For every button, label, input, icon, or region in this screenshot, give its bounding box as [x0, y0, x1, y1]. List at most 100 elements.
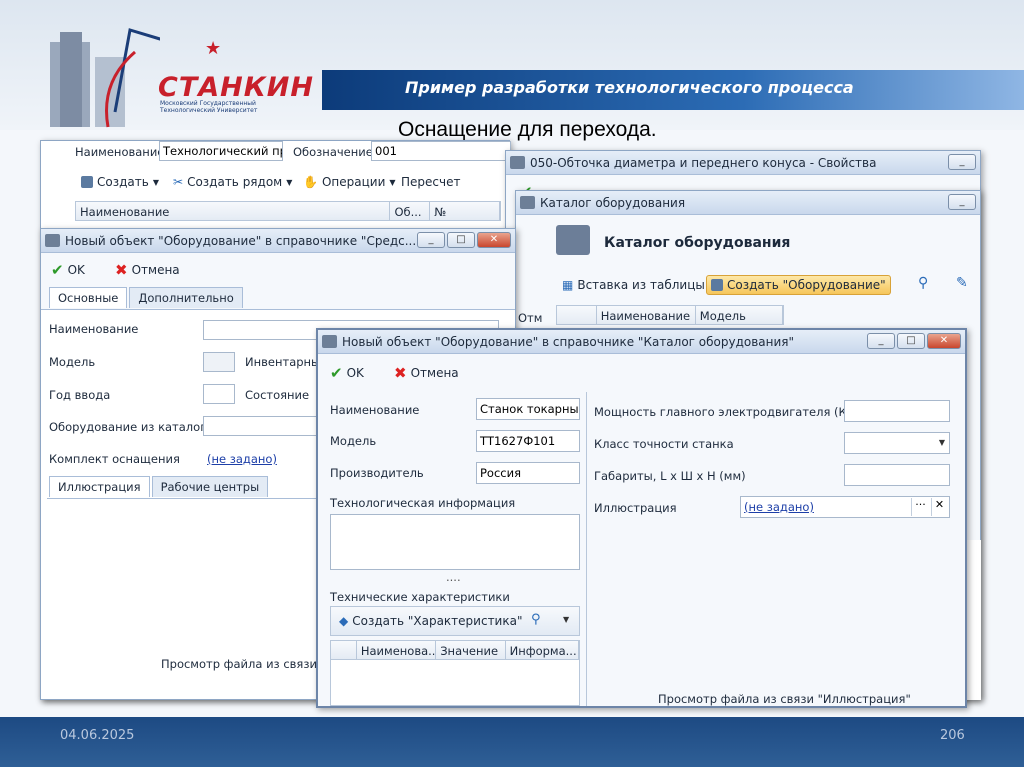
- front-equipment-dialog: Новый объект "Оборудование" в справочник…: [316, 328, 967, 708]
- power-input[interactable]: [844, 400, 950, 422]
- column-header[interactable]: №: [430, 202, 500, 220]
- check-icon: ✔: [51, 261, 64, 279]
- tab-work-centers[interactable]: Рабочие центры: [151, 476, 269, 497]
- illustration-link[interactable]: (не задано): [744, 500, 814, 514]
- designation-field[interactable]: 001: [371, 141, 511, 161]
- star-icon: ★: [205, 38, 222, 59]
- logo-subtitle: Московский Государственный Технологическ…: [160, 100, 258, 114]
- stankin-logo-building: [50, 28, 160, 128]
- kit-label: Комплект оснащения: [49, 452, 180, 466]
- gear-icon: [510, 156, 525, 169]
- find-icon[interactable]: ⚲: [531, 612, 541, 627]
- slide-date: 04.06.2025: [60, 728, 135, 743]
- name-label: Наименование: [75, 145, 165, 159]
- minimize-button[interactable]: _: [417, 232, 445, 248]
- splitter-dots[interactable]: ....: [446, 570, 461, 584]
- cancel-button[interactable]: ✖ Отмена: [394, 364, 459, 382]
- column-header[interactable]: Об...: [390, 202, 431, 220]
- column-header[interactable]: Информа...: [505, 641, 580, 659]
- slide-footer: [0, 717, 1024, 767]
- create-button[interactable]: Создать ▼: [81, 175, 159, 189]
- browse-button[interactable]: ···: [911, 498, 929, 516]
- create-characteristic-button[interactable]: ◆ Создать "Характеристика": [339, 614, 522, 628]
- column-header[interactable]: Наименование: [596, 306, 696, 324]
- equipment-icon: [45, 234, 60, 247]
- table-icon: ▦: [562, 278, 574, 292]
- column-header[interactable]: Модель: [695, 306, 783, 324]
- kit-link[interactable]: (не задано): [207, 452, 277, 466]
- maximize-button[interactable]: □: [447, 232, 475, 248]
- preview-text: Просмотр файла из связи "Иллюстрация": [658, 692, 911, 706]
- chevron-down-icon[interactable]: ▼: [563, 615, 569, 624]
- from-catalog-input[interactable]: [203, 416, 323, 436]
- left-bottom-tabs: Иллюстрация Рабочие центры: [49, 476, 269, 497]
- column-header[interactable]: Наименование: [76, 202, 391, 220]
- catalog-heading: Каталог оборудования: [604, 235, 791, 251]
- name-input[interactable]: Станок токарный: [476, 398, 580, 420]
- recalc-button[interactable]: Пересчет: [401, 175, 460, 189]
- front-dialog-title: Новый объект "Оборудование" в справочник…: [342, 334, 795, 349]
- accuracy-class-label: Класс точности станка: [594, 437, 734, 451]
- row-selector-header: [331, 641, 357, 659]
- tech-info-textarea[interactable]: [330, 514, 580, 570]
- from-catalog-label: Оборудование из каталога: [49, 420, 214, 434]
- close-button[interactable]: ✕: [927, 333, 961, 349]
- characteristics-table-header: Наименова... Значение Информа...: [330, 640, 580, 660]
- designation-label: Обозначение: [293, 145, 373, 159]
- model-input[interactable]: [203, 352, 235, 372]
- edit-icon[interactable]: ✎: [956, 275, 968, 291]
- create-near-button[interactable]: ✂ Создать рядом ▼: [173, 175, 292, 189]
- cross-icon: ✖: [394, 364, 407, 382]
- properties-title: 050-Обточка диаметра и переднего конуса …: [530, 155, 877, 170]
- illustration-label: Иллюстрация: [594, 501, 677, 515]
- catalog-table-header: Наименование Модель: [556, 305, 784, 325]
- name-label: Наименование: [49, 322, 139, 336]
- find-icon[interactable]: ⚲: [918, 275, 928, 291]
- document-icon: [81, 176, 93, 188]
- characteristics-label: Технические характеристики: [330, 590, 510, 604]
- state-label: Состояние: [245, 388, 310, 402]
- catalog-titlebar: Каталог оборудования _: [516, 191, 980, 215]
- model-input[interactable]: ТТ1627Ф101: [476, 430, 580, 452]
- dimensions-input[interactable]: [844, 464, 950, 486]
- ok-button[interactable]: ✔ OK: [330, 364, 364, 382]
- minimize-button[interactable]: _: [948, 154, 976, 170]
- side-label: Отм: [518, 311, 543, 325]
- slide-title: Пример разработки технологического проце…: [405, 78, 854, 97]
- logo-name: СТАНКИН: [158, 72, 314, 103]
- cross-icon: ✖: [115, 261, 128, 279]
- left-dialog-titlebar: Новый объект "Оборудование" в справочник…: [41, 229, 515, 253]
- clear-button[interactable]: ✕: [931, 498, 947, 516]
- manufacturer-input[interactable]: Россия: [476, 462, 580, 484]
- name-field[interactable]: Технологический про: [159, 141, 283, 161]
- dimensions-label: Габариты, L x Ш x H (мм): [594, 469, 746, 483]
- power-label: Мощность главного электродвигателя (Квт): [594, 405, 865, 419]
- maximize-button[interactable]: □: [897, 333, 925, 349]
- column-divider: [586, 392, 587, 706]
- operations-button[interactable]: ✋ Операции ▼: [303, 175, 396, 189]
- minimize-button[interactable]: _: [867, 333, 895, 349]
- column-header[interactable]: Наименова...: [356, 641, 437, 659]
- operations-icon: ✋: [303, 175, 318, 189]
- tab-main[interactable]: Основные: [49, 287, 128, 308]
- characteristics-toolbar: ◆ Создать "Характеристика" ⚲ ▼: [330, 606, 580, 636]
- slide-number: 206: [940, 728, 965, 743]
- create-equipment-button[interactable]: Создать "Оборудование": [706, 275, 891, 295]
- accuracy-class-select[interactable]: ▼: [844, 432, 950, 454]
- tools-icon: ✂: [173, 175, 184, 189]
- cancel-button[interactable]: ✖ Отмена: [115, 261, 180, 279]
- column-header[interactable]: Значение: [436, 641, 506, 659]
- tab-additional[interactable]: Дополнительно: [129, 287, 243, 308]
- front-dialog-titlebar: Новый объект "Оборудование" в справочник…: [318, 330, 965, 354]
- insert-from-table-button[interactable]: ▦ Вставка из таблицы: [562, 278, 705, 292]
- year-input[interactable]: [203, 384, 235, 404]
- left-dialog-title: Новый объект "Оборудование" в справочник…: [65, 233, 417, 248]
- ok-button[interactable]: ✔ OK: [51, 261, 85, 279]
- process-table-header: Наименование Об... №: [75, 201, 501, 221]
- row-selector-header: [557, 306, 597, 324]
- catalog-icon: [520, 196, 535, 209]
- tab-illustration[interactable]: Иллюстрация: [49, 476, 150, 497]
- model-label: Модель: [49, 355, 96, 369]
- close-button[interactable]: ✕: [477, 232, 511, 248]
- minimize-button[interactable]: _: [948, 194, 976, 210]
